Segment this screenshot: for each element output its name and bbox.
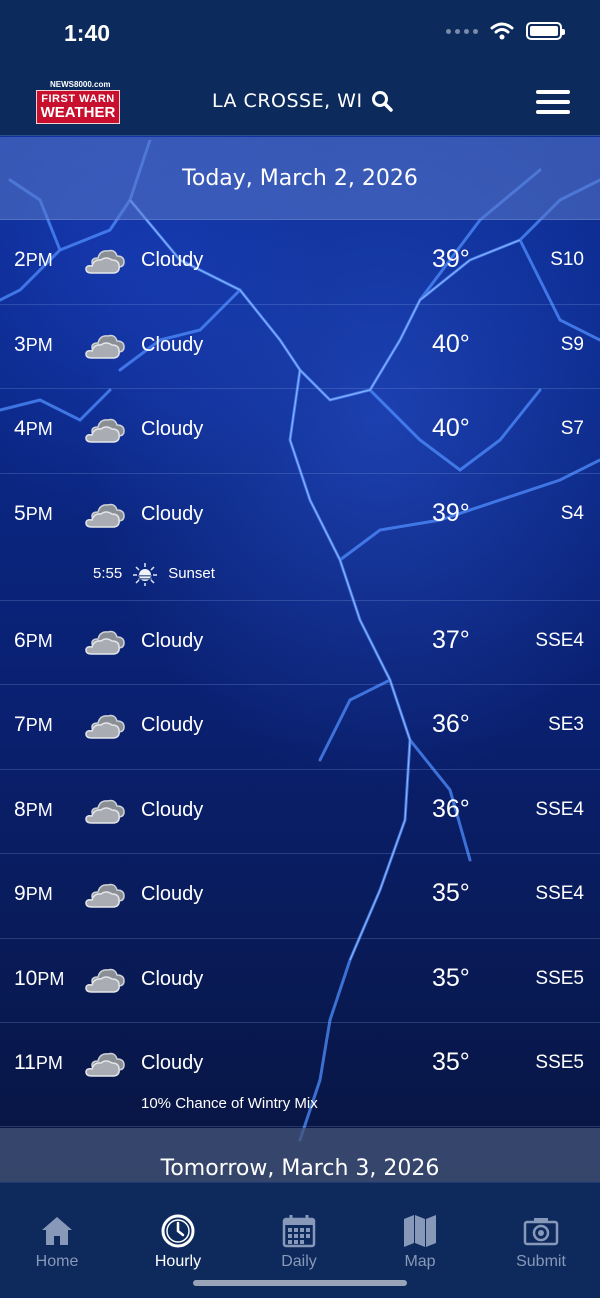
location-search[interactable]: LA CROSSE, WI	[212, 90, 393, 112]
hourly-list: 2PM Cloudy 39° S10 3PM Cloudy 40° S9 4PM Cloudy 40…	[0, 220, 600, 1127]
hour-label: 4PM	[14, 417, 53, 440]
temperature: 35°	[432, 879, 470, 907]
first-warn-weather-logo[interactable]: NEWS8000.com FIRST WARN WEATHER	[36, 80, 120, 126]
temperature: 35°	[432, 1048, 470, 1076]
hourly-row[interactable]: 11PM Cloudy 35° SSE5 10% Chance of Wintry Mi…	[0, 1023, 600, 1127]
wind: SSE4	[535, 798, 584, 820]
wind: S9	[560, 333, 584, 355]
condition-label: Cloudy	[141, 333, 204, 356]
temperature: 37°	[432, 625, 470, 654]
tomorrow-label: Tomorrow, March 3, 2026	[160, 1156, 440, 1181]
hourly-row[interactable]: 9PM Cloudy 35° SSE4	[0, 854, 600, 939]
hour-label: 9PM	[14, 882, 53, 905]
wind: SE3	[548, 714, 584, 735]
tab-daily[interactable]: Daily	[254, 1213, 344, 1271]
tab-hourly[interactable]: Hourly	[133, 1213, 223, 1271]
cloudy-icon	[85, 883, 125, 908]
wind: SSE4	[535, 883, 584, 904]
cloudy-icon	[85, 968, 125, 993]
map-icon	[404, 1215, 436, 1247]
temperature: 39°	[432, 245, 470, 273]
camera-icon	[523, 1218, 559, 1246]
tab-home[interactable]: Home	[12, 1213, 102, 1271]
wind: SSE4	[535, 629, 584, 651]
cloudy-icon	[85, 418, 125, 443]
home-icon	[42, 1217, 72, 1245]
calendar-icon	[282, 1215, 316, 1248]
temperature: 35°	[432, 963, 470, 992]
hourly-row[interactable]: 5PM Cloudy 39° S4 5:55 Sunset	[0, 474, 600, 601]
today-label: Today, March 2, 2026	[182, 165, 418, 191]
condition-label: Cloudy	[141, 798, 204, 821]
hamburger-menu-icon[interactable]	[536, 90, 570, 114]
wifi-icon	[490, 22, 514, 40]
hourly-row[interactable]: 3PM Cloudy 40° S9	[0, 305, 600, 389]
hour-label: 7PM	[14, 713, 53, 736]
wind: S7	[560, 418, 584, 439]
sunset-note: 5:55 Sunset	[93, 562, 215, 586]
temperature: 40°	[432, 414, 470, 442]
temperature: 36°	[432, 710, 470, 738]
search-icon	[371, 91, 393, 112]
hourly-row[interactable]: 8PM Cloudy 36° SSE4	[0, 770, 600, 854]
cloudy-icon	[85, 630, 125, 655]
cloudy-icon	[85, 503, 125, 528]
hour-label: 2PM	[14, 248, 53, 271]
hourly-row[interactable]: 7PM Cloudy 36° SE3	[0, 685, 600, 770]
home-indicator	[193, 1280, 407, 1286]
condition-label: Cloudy	[141, 629, 204, 652]
temperature: 36°	[432, 794, 470, 823]
clock-icon	[161, 1214, 195, 1248]
hour-label: 11PM	[14, 1051, 63, 1074]
condition-label: Cloudy	[141, 883, 204, 905]
app-header: NEWS8000.com FIRST WARN WEATHER LA CROSS…	[0, 68, 600, 136]
hour-label: 3PM	[14, 332, 53, 356]
temperature: 40°	[432, 329, 470, 358]
condition-label: Cloudy	[141, 249, 204, 271]
hour-label: 5PM	[14, 501, 53, 525]
sunset-icon	[133, 562, 158, 586]
status-bar: 1:40	[0, 0, 600, 68]
location-label: LA CROSSE, WI	[212, 90, 363, 112]
wind: SSE5	[535, 1052, 584, 1073]
condition-label: Cloudy	[141, 502, 204, 525]
temperature: 39°	[432, 498, 470, 527]
hour-label: 6PM	[14, 628, 53, 652]
condition-label: Cloudy	[141, 967, 204, 990]
cloudy-icon	[85, 1052, 125, 1077]
condition-label: Cloudy	[141, 714, 204, 736]
tab-map[interactable]: Map	[375, 1213, 465, 1271]
wind: S4	[560, 502, 584, 524]
cloudy-icon	[85, 334, 125, 359]
signal-icon	[446, 28, 478, 34]
condition-label: Cloudy	[141, 1052, 204, 1074]
sunset-time: 5:55	[93, 565, 123, 582]
wind: SSE5	[535, 967, 584, 989]
cloudy-icon	[85, 714, 125, 739]
tab-submit[interactable]: Submit	[496, 1213, 586, 1271]
hourly-row[interactable]: 4PM Cloudy 40° S7	[0, 389, 600, 474]
hourly-row[interactable]: 2PM Cloudy 39° S10	[0, 220, 600, 305]
tomorrow-date-header: Tomorrow, March 3, 2026	[0, 1128, 600, 1184]
battery-icon	[526, 22, 565, 40]
hour-label: 10PM	[14, 966, 65, 990]
sunset-label: Sunset	[168, 565, 215, 582]
hourly-row[interactable]: 6PM Cloudy 37° SSE4	[0, 601, 600, 685]
hourly-row[interactable]: 10PM Cloudy 35° SSE5	[0, 939, 600, 1023]
cloudy-icon	[85, 799, 125, 824]
precip-chance-note: 10% Chance of Wintry Mix	[141, 1095, 318, 1112]
condition-label: Cloudy	[141, 418, 204, 440]
wind: S10	[550, 249, 584, 270]
hour-label: 8PM	[14, 797, 53, 821]
status-icons	[446, 22, 565, 40]
status-time: 1:40	[64, 20, 111, 46]
today-date-header: Today, March 2, 2026	[0, 137, 600, 220]
cloudy-icon	[85, 249, 125, 274]
